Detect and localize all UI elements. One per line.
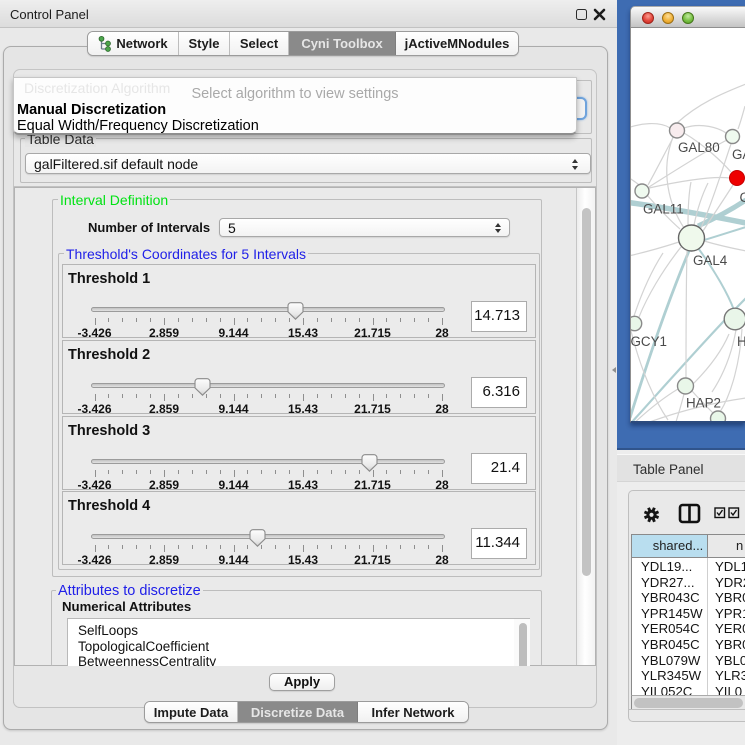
svg-text:GAL11: GAL11: [643, 202, 684, 217]
svg-text:C: C: [740, 190, 745, 205]
svg-text:GAL80: GAL80: [678, 140, 720, 155]
svg-text:H: H: [737, 334, 745, 349]
svg-text:GCY1: GCY1: [631, 334, 667, 349]
svg-text:HAP2: HAP2: [686, 396, 721, 411]
svg-text:GAL4: GAL4: [693, 253, 728, 268]
svg-text:GA: GA: [732, 147, 745, 162]
